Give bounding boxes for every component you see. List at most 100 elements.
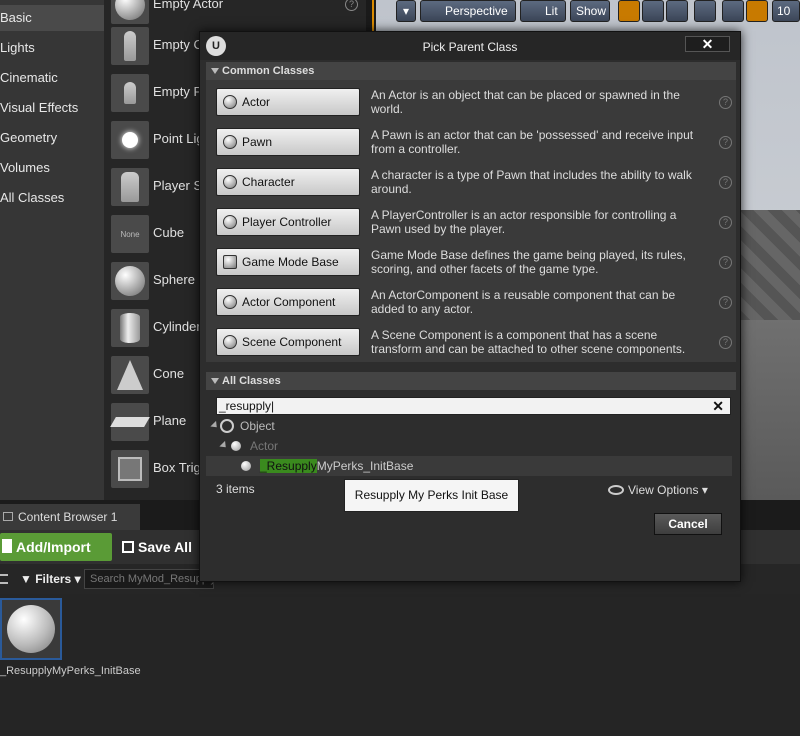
content-browser-assets: _ResupplyMyPerks_InitBase: [0, 594, 800, 736]
class-description: Game Mode Base defines the game being pl…: [371, 248, 686, 276]
class-description: A Pawn is an actor that can be 'possesse…: [371, 128, 694, 156]
scale-icon[interactable]: [666, 0, 688, 22]
all-classes-header[interactable]: All Classes: [206, 372, 736, 390]
tree-row-object[interactable]: Object: [206, 416, 732, 436]
match-highlight: _Resupply: [260, 459, 317, 473]
viewport-toolbar: ▾ Perspective Lit Show 10: [376, 0, 800, 24]
view-options-label: View Options: [628, 483, 699, 497]
save-icon: [122, 541, 134, 553]
place-categories-panel: Basic Lights Cinematic Visual Effects Ge…: [0, 0, 104, 500]
category-all-classes[interactable]: All Classes: [0, 185, 104, 211]
rotate-icon[interactable]: [642, 0, 664, 22]
player-start-icon: [121, 172, 139, 202]
grid-snap-icon[interactable]: [746, 0, 768, 22]
game-mode-base-class-button[interactable]: Game Mode Base: [216, 248, 360, 276]
asset-tile[interactable]: [0, 598, 62, 660]
class-label: Scene Component: [242, 335, 342, 349]
empty-actor-thumbnail: [111, 0, 149, 24]
eye-icon: [608, 485, 624, 495]
common-class-row-actor: Actor An Actor is an object that can be …: [216, 88, 736, 128]
show-button[interactable]: Show: [570, 0, 610, 22]
sphere-thumbnail: [111, 262, 149, 300]
sources-toggle-icon[interactable]: [0, 574, 8, 584]
help-icon[interactable]: ?: [345, 0, 358, 11]
player-controller-class-button[interactable]: Player Controller: [216, 208, 360, 236]
cube-thumbnail: None: [111, 215, 149, 253]
class-label: Actor Component: [242, 295, 336, 309]
dialog-titlebar[interactable]: U Pick Parent Class ✕: [200, 32, 740, 60]
blueprint-class-icon: [241, 461, 251, 471]
category-geometry[interactable]: Geometry: [0, 125, 104, 151]
help-icon[interactable]: ?: [719, 96, 732, 109]
help-icon[interactable]: ?: [719, 216, 732, 229]
common-class-row-player-controller: Player Controller A PlayerController is …: [216, 208, 736, 248]
class-label: Character: [242, 175, 295, 189]
add-import-label: Add/Import: [16, 539, 91, 555]
actor-icon: [223, 95, 237, 109]
controller-icon: [223, 215, 237, 229]
tree-row-match[interactable]: _ResupplyMyPerks_InitBase: [206, 456, 732, 476]
clear-search-icon[interactable]: ✕: [712, 398, 724, 414]
expand-arrow-icon[interactable]: [210, 420, 220, 431]
game-mode-icon: [223, 255, 237, 269]
help-icon[interactable]: ?: [719, 256, 732, 269]
category-cinematic[interactable]: Cinematic: [0, 65, 104, 91]
content-browser-tab[interactable]: Content Browser 1: [0, 504, 140, 530]
category-volumes[interactable]: Volumes: [0, 155, 104, 181]
common-class-row-pawn: Pawn A Pawn is an actor that can be 'pos…: [216, 128, 736, 168]
filters-button[interactable]: ▼ Filters ▾: [20, 572, 81, 586]
lit-button[interactable]: Lit: [520, 0, 566, 22]
save-all-button[interactable]: Save All: [120, 533, 200, 561]
translate-icon[interactable]: [618, 0, 640, 22]
add-import-button[interactable]: Add/Import: [0, 533, 112, 561]
pawn-icon: [223, 135, 237, 149]
common-classes-header[interactable]: Common Classes: [206, 62, 736, 80]
asset-label: Cube: [153, 225, 185, 240]
cylinder-icon: [120, 313, 140, 343]
box-trigger-thumbnail: [111, 450, 149, 488]
asset-label: Empty Actor: [153, 0, 224, 11]
class-description: An Actor is an object that can be placed…: [371, 88, 680, 116]
actor-component-class-button[interactable]: Actor Component: [216, 288, 360, 316]
category-basic[interactable]: Basic: [0, 5, 104, 31]
help-icon[interactable]: ?: [719, 136, 732, 149]
category-lights[interactable]: Lights: [0, 35, 104, 61]
save-all-label: Save All: [138, 539, 192, 555]
grid-size-value[interactable]: 10: [772, 0, 800, 22]
asset-label: Empty C: [153, 37, 203, 52]
category-visual-effects[interactable]: Visual Effects: [0, 95, 104, 121]
tree-row-actor[interactable]: Actor: [206, 436, 732, 456]
help-icon[interactable]: ?: [719, 336, 732, 349]
expand-arrow-icon[interactable]: [219, 440, 229, 451]
section-title: Common Classes: [222, 65, 315, 77]
world-local-icon[interactable]: [694, 0, 716, 22]
class-description: A character is a type of Pawn that inclu…: [371, 168, 692, 196]
pick-parent-class-dialog: U Pick Parent Class ✕ Common Classes Act…: [199, 31, 741, 582]
empty-character-thumbnail: [111, 27, 149, 65]
scene-component-class-button[interactable]: Scene Component: [216, 328, 360, 356]
cancel-button[interactable]: Cancel: [654, 513, 722, 535]
checker-floor: [736, 210, 800, 320]
asset-search-input[interactable]: Search MyMod_Resupply: [84, 569, 214, 589]
sphere-icon: [115, 266, 145, 296]
surface-snap-icon[interactable]: [722, 0, 744, 22]
asset-label: Box Trig: [153, 460, 201, 475]
common-class-row-character: Character A character is a type of Pawn …: [216, 168, 736, 208]
close-button[interactable]: ✕: [685, 36, 730, 52]
tab-label: Content Browser 1: [18, 510, 118, 524]
character-class-button[interactable]: Character: [216, 168, 360, 196]
class-description: A Scene Component is a component that ha…: [371, 328, 686, 356]
perspective-button[interactable]: Perspective: [420, 0, 516, 22]
class-description: An ActorComponent is a reusable componen…: [371, 288, 676, 316]
sphere-icon: [115, 0, 145, 20]
filters-label: Filters: [35, 572, 72, 586]
actor-class-button[interactable]: Actor: [216, 88, 360, 116]
class-search-input[interactable]: _resupply| ✕: [216, 397, 731, 415]
cone-thumbnail: [111, 356, 149, 394]
add-icon: [2, 539, 12, 553]
help-icon[interactable]: ?: [719, 296, 732, 309]
pawn-class-button[interactable]: Pawn: [216, 128, 360, 156]
view-options-button[interactable]: View Options ▾: [608, 483, 708, 497]
help-icon[interactable]: ?: [719, 176, 732, 189]
viewport-menu-button[interactable]: ▾: [396, 0, 416, 22]
